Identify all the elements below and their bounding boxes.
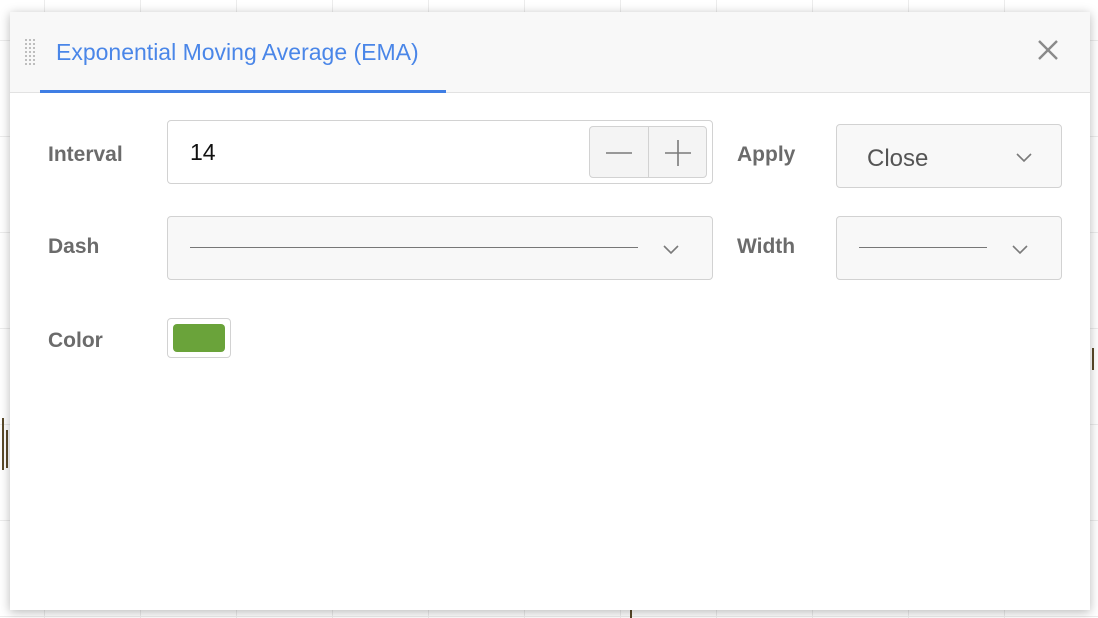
color-label: Color xyxy=(48,329,103,352)
close-button[interactable] xyxy=(1032,34,1064,66)
drag-handle-icon[interactable] xyxy=(24,38,36,66)
dash-style-preview xyxy=(190,247,638,248)
apply-select[interactable]: Close xyxy=(836,124,1062,188)
chevron-down-icon xyxy=(1016,153,1032,163)
apply-selected-value: Close xyxy=(867,145,929,172)
stepper-controls xyxy=(589,126,707,178)
chevron-down-icon xyxy=(1012,245,1028,255)
interval-stepper: 14 xyxy=(167,120,713,184)
width-select[interactable] xyxy=(836,216,1062,280)
interval-input[interactable]: 14 xyxy=(190,139,216,166)
color-swatch xyxy=(173,324,225,352)
increment-button[interactable] xyxy=(649,127,707,177)
dash-label: Dash xyxy=(48,235,100,258)
chevron-down-icon xyxy=(663,245,679,255)
chart-candle-mark xyxy=(1092,348,1094,370)
width-style-preview xyxy=(859,247,987,248)
decrement-button[interactable] xyxy=(590,127,649,177)
ema-settings-dialog: Exponential Moving Average (EMA) Interva… xyxy=(10,12,1090,610)
chart-candle-mark xyxy=(6,430,8,468)
width-label: Width xyxy=(737,235,796,258)
chart-candle-mark xyxy=(2,418,4,470)
dialog-header: Exponential Moving Average (EMA) xyxy=(10,12,1090,93)
apply-label: Apply xyxy=(737,143,796,166)
color-picker[interactable] xyxy=(167,318,231,358)
plus-icon xyxy=(664,140,691,166)
minus-icon xyxy=(606,152,632,154)
interval-label: Interval xyxy=(48,143,123,166)
dialog-title: Exponential Moving Average (EMA) xyxy=(56,39,419,65)
close-icon xyxy=(1038,40,1058,60)
dash-select[interactable] xyxy=(167,216,713,280)
active-tab-underline xyxy=(40,90,446,93)
